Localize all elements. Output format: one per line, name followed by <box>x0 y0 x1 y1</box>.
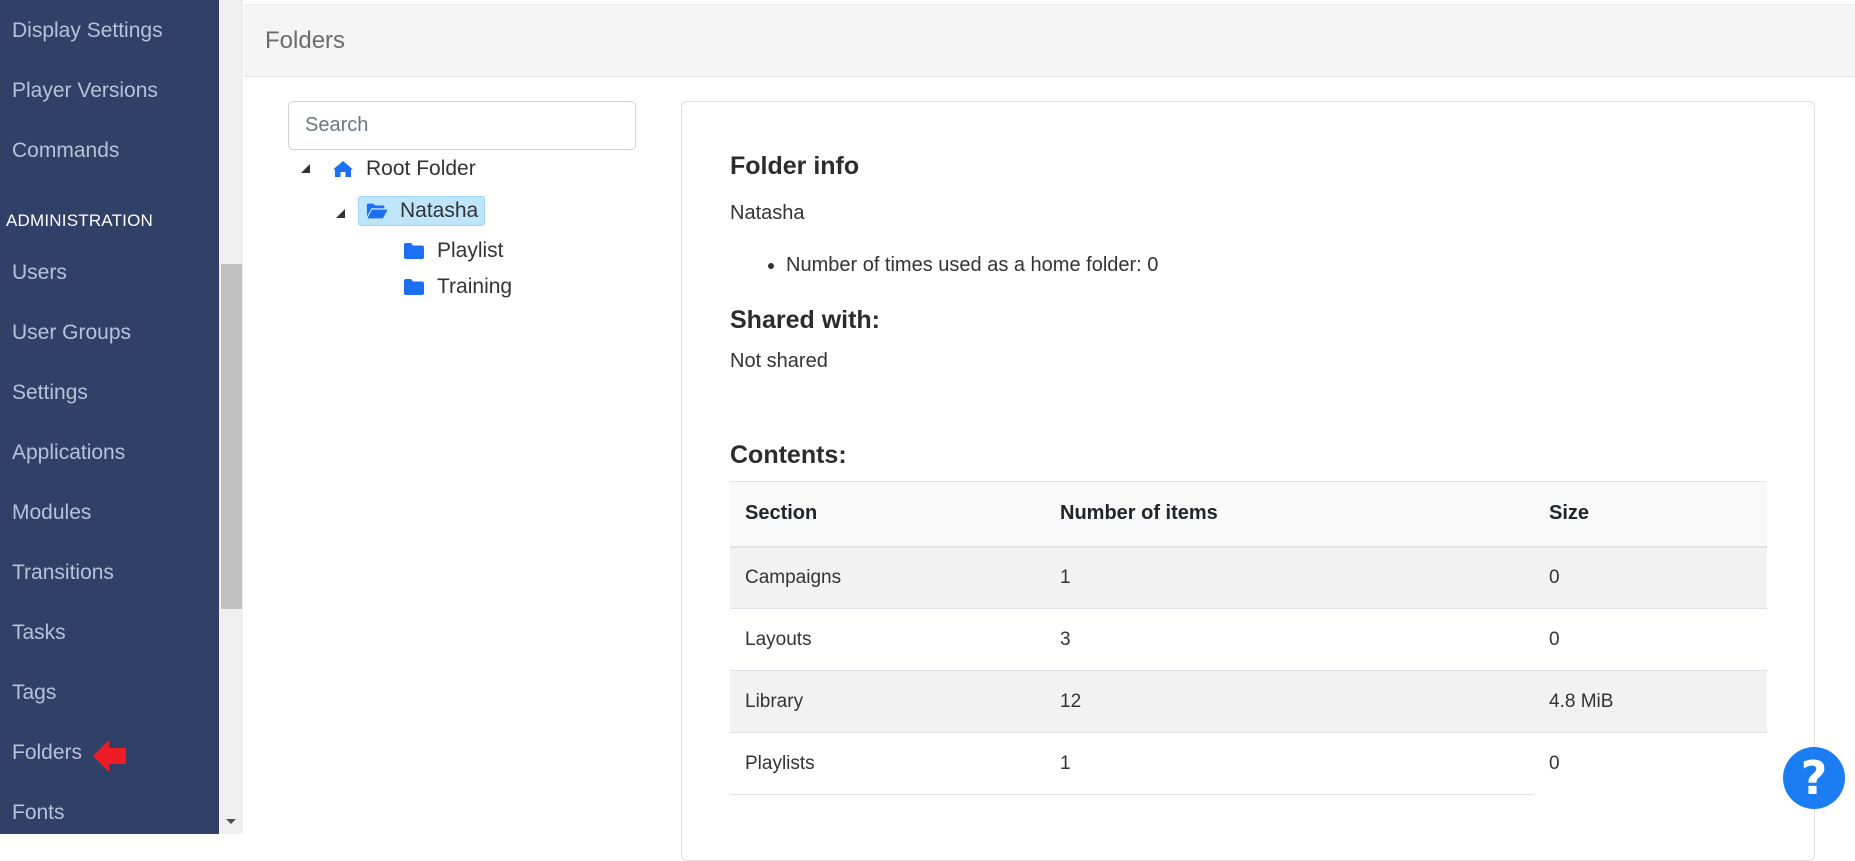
cell-section: Layouts <box>730 608 1045 671</box>
sidebar-item-display-settings[interactable]: Display Settings <box>12 17 163 45</box>
folder-search-input[interactable] <box>288 101 636 150</box>
contents-heading: Contents: <box>730 441 847 469</box>
cell-count: 1 <box>1045 546 1534 609</box>
sidebar-item-tags[interactable]: Tags <box>12 679 56 707</box>
tree-node-label: Natasha <box>400 199 479 222</box>
sidebar: Display Settings Player Versions Command… <box>0 0 219 834</box>
cell-size: 0 <box>1534 608 1767 671</box>
cell-count: 3 <box>1045 608 1534 671</box>
scrollbar-thumb[interactable] <box>221 264 242 609</box>
column-header-section: Section <box>730 481 1045 548</box>
cell-section: Library <box>730 670 1045 733</box>
home-icon <box>333 161 353 177</box>
sidebar-item-modules[interactable]: Modules <box>12 499 91 527</box>
tree-node-playlist[interactable]: Playlist <box>403 239 504 263</box>
tree-node-root-folder[interactable]: Root Folder <box>332 157 476 181</box>
sidebar-item-tasks[interactable]: Tasks <box>12 619 66 647</box>
folder-info-heading: Folder info <box>730 152 860 180</box>
help-button[interactable]: ? <box>1783 747 1845 809</box>
folder-open-icon <box>366 203 388 219</box>
table-row: Campaigns 1 0 <box>730 546 1767 609</box>
sidebar-section-administration: ADMINISTRATION <box>6 211 153 230</box>
contents-table: Section Number of items Size Campaigns 1… <box>730 481 1767 795</box>
cell-section: Playlists <box>730 732 1045 795</box>
table-row: Playlists 1 0 <box>730 732 1767 795</box>
folder-icon <box>404 279 424 295</box>
cell-size: 0 <box>1549 752 1560 774</box>
cell-count: 12 <box>1045 670 1534 733</box>
sidebar-item-commands[interactable]: Commands <box>12 137 119 165</box>
sidebar-item-user-groups[interactable]: User Groups <box>12 319 131 347</box>
sidebar-item-settings[interactable]: Settings <box>12 379 88 407</box>
sidebar-scrollbar[interactable] <box>219 0 243 834</box>
tree-toggle-root[interactable] <box>301 164 310 173</box>
table-row: Library 12 4.8 MiB <box>730 670 1767 733</box>
sidebar-item-folders[interactable]: Folders <box>12 739 82 767</box>
column-header-number-of-items: Number of items <box>1045 481 1534 548</box>
tree-node-training[interactable]: Training <box>403 275 512 299</box>
tree-node-label: Root Folder <box>366 157 476 180</box>
tree-node-label: Training <box>437 275 513 298</box>
cell-section: Campaigns <box>730 546 1045 609</box>
folder-name: Natasha <box>730 202 805 224</box>
page-header: Folders <box>244 4 1855 77</box>
main-content: Folders Root Folder Natasha Playlist <box>244 0 1855 861</box>
annotation-arrow-icon <box>93 740 126 772</box>
sidebar-item-player-versions[interactable]: Player Versions <box>12 77 158 105</box>
sidebar-item-transitions[interactable]: Transitions <box>12 559 114 587</box>
tree-toggle-natasha[interactable] <box>336 209 345 218</box>
cell-size: 4.8 MiB <box>1534 670 1767 733</box>
page-title: Folders <box>265 27 346 54</box>
tree-node-natasha[interactable]: Natasha <box>358 196 486 226</box>
sidebar-item-applications[interactable]: Applications <box>12 439 125 467</box>
column-header-size: Size <box>1534 481 1767 548</box>
table-row: Layouts 3 0 <box>730 608 1767 671</box>
question-circle-icon: ? <box>1800 751 1828 805</box>
table-header-row: Section Number of items Size <box>730 481 1767 548</box>
sidebar-item-fonts[interactable]: Fonts <box>12 799 65 827</box>
tree-node-label: Playlist <box>437 239 504 262</box>
sidebar-item-users[interactable]: Users <box>12 259 67 287</box>
shared-with-heading: Shared with: <box>730 306 881 334</box>
home-folder-usage: Number of times used as a home folder: 0 <box>786 254 1158 277</box>
folder-icon <box>404 243 424 259</box>
cell-size: 0 <box>1534 546 1767 609</box>
folder-details-list: Number of times used as a home folder: 0 <box>786 254 1158 277</box>
scroll-down-arrow-icon[interactable] <box>226 819 236 824</box>
cell-count: 1 <box>1045 732 1534 795</box>
folder-info-panel: Folder info Natasha Number of times used… <box>681 101 1815 861</box>
shared-with-value: Not shared <box>730 350 828 372</box>
